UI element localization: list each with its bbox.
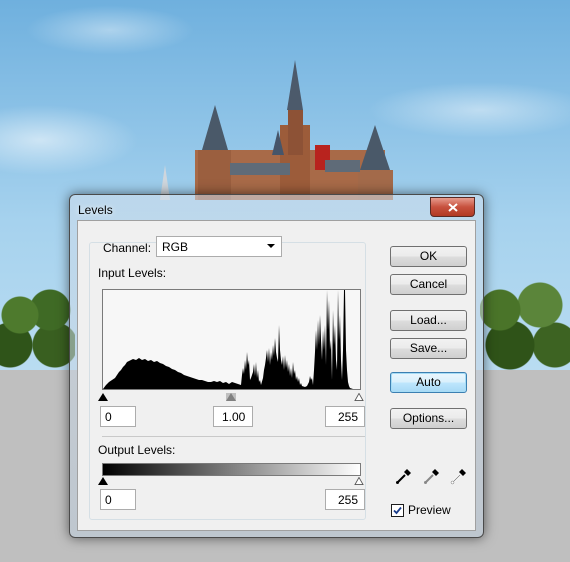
- title-bar[interactable]: Levels: [70, 195, 483, 221]
- output-levels-label: Output Levels:: [98, 443, 176, 457]
- white-eyedropper-icon[interactable]: [450, 467, 468, 485]
- input-slider[interactable]: [98, 393, 364, 403]
- histogram: [102, 289, 361, 390]
- input-white-point-handle[interactable]: [354, 393, 364, 401]
- input-gamma-value: 1.00: [222, 410, 246, 424]
- options-button[interactable]: Options...: [390, 408, 467, 429]
- trees-left: [0, 285, 75, 370]
- black-eyedropper-icon[interactable]: [395, 467, 413, 485]
- histogram-graph: [103, 290, 360, 389]
- output-slider[interactable]: [98, 477, 364, 487]
- output-white-point-handle[interactable]: [354, 477, 364, 485]
- channel-value: RGB: [162, 240, 189, 254]
- input-white-value: 255: [337, 410, 358, 424]
- input-black-point-handle[interactable]: [98, 393, 108, 401]
- chevron-down-icon: [267, 244, 275, 248]
- output-black-field[interactable]: 0: [100, 489, 136, 510]
- dialog-client-area: Channel: RGB Input Levels: 0 1.00 255 Ou…: [77, 220, 476, 531]
- input-black-field[interactable]: 0: [100, 406, 136, 427]
- preview-label: Preview: [408, 503, 451, 517]
- levels-dialog: Levels Channel: RGB Input Levels: 0 1.00…: [69, 194, 484, 538]
- input-levels-label: Input Levels:: [98, 266, 167, 280]
- group-separator: [102, 436, 365, 437]
- channel-label-text: Channel:: [103, 241, 152, 255]
- auto-button[interactable]: Auto: [390, 372, 467, 393]
- output-white-field[interactable]: 255: [325, 489, 365, 510]
- output-black-point-handle[interactable]: [98, 477, 108, 485]
- channel-label: Channel:: [103, 241, 151, 255]
- castle-image: [160, 60, 393, 200]
- input-gamma-handle[interactable]: [226, 393, 236, 401]
- input-white-field[interactable]: 255: [325, 406, 365, 427]
- dialog-title: Levels: [78, 203, 113, 217]
- output-gradient-bar: [102, 463, 361, 476]
- close-button[interactable]: [430, 197, 475, 217]
- close-x-icon: [447, 202, 458, 212]
- checkmark-icon: [393, 506, 402, 515]
- input-gamma-field[interactable]: 1.00: [213, 406, 253, 427]
- trees-right: [480, 280, 570, 370]
- gray-eyedropper-icon[interactable]: [423, 467, 441, 485]
- input-black-value: 0: [105, 410, 112, 424]
- save-button[interactable]: Save...: [390, 338, 467, 359]
- output-black-value: 0: [105, 493, 112, 507]
- preview-checkbox[interactable]: [391, 504, 404, 517]
- ok-button[interactable]: OK: [390, 246, 467, 267]
- channel-select[interactable]: RGB: [156, 236, 282, 257]
- cancel-button[interactable]: Cancel: [390, 274, 467, 295]
- output-white-value: 255: [337, 493, 358, 507]
- load-button[interactable]: Load...: [390, 310, 467, 331]
